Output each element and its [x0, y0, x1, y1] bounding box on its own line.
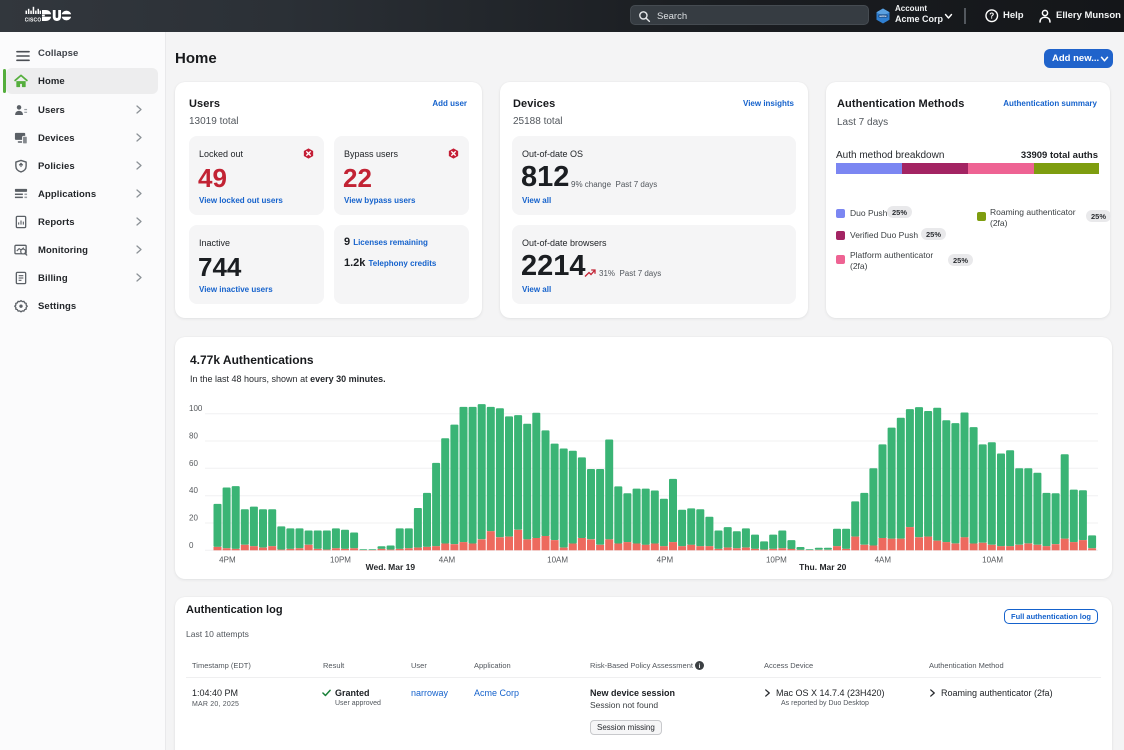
- svg-text:CISCO: CISCO: [25, 18, 41, 24]
- svg-text:4PM: 4PM: [219, 556, 236, 565]
- svg-text:0: 0: [189, 541, 194, 550]
- svg-text:10AM: 10AM: [982, 556, 1003, 565]
- svg-text:10PM: 10PM: [766, 556, 787, 565]
- svg-text:20: 20: [189, 514, 198, 523]
- svg-text:4AM: 4AM: [875, 556, 892, 565]
- svg-text:60: 60: [189, 459, 198, 468]
- svg-text:Thu. Mar 20: Thu. Mar 20: [799, 562, 847, 572]
- svg-text:?: ?: [989, 12, 994, 21]
- svg-text:acme: acme: [879, 14, 887, 18]
- svg-text:Wed. Mar 19: Wed. Mar 19: [366, 562, 416, 572]
- svg-text:80: 80: [189, 432, 198, 441]
- svg-text:i: i: [699, 663, 701, 670]
- svg-text:40: 40: [189, 486, 198, 495]
- svg-text:10PM: 10PM: [330, 556, 351, 565]
- svg-text:10AM: 10AM: [547, 556, 568, 565]
- svg-text:4PM: 4PM: [657, 556, 674, 565]
- svg-text:100: 100: [189, 404, 203, 413]
- svg-text:4AM: 4AM: [439, 556, 456, 565]
